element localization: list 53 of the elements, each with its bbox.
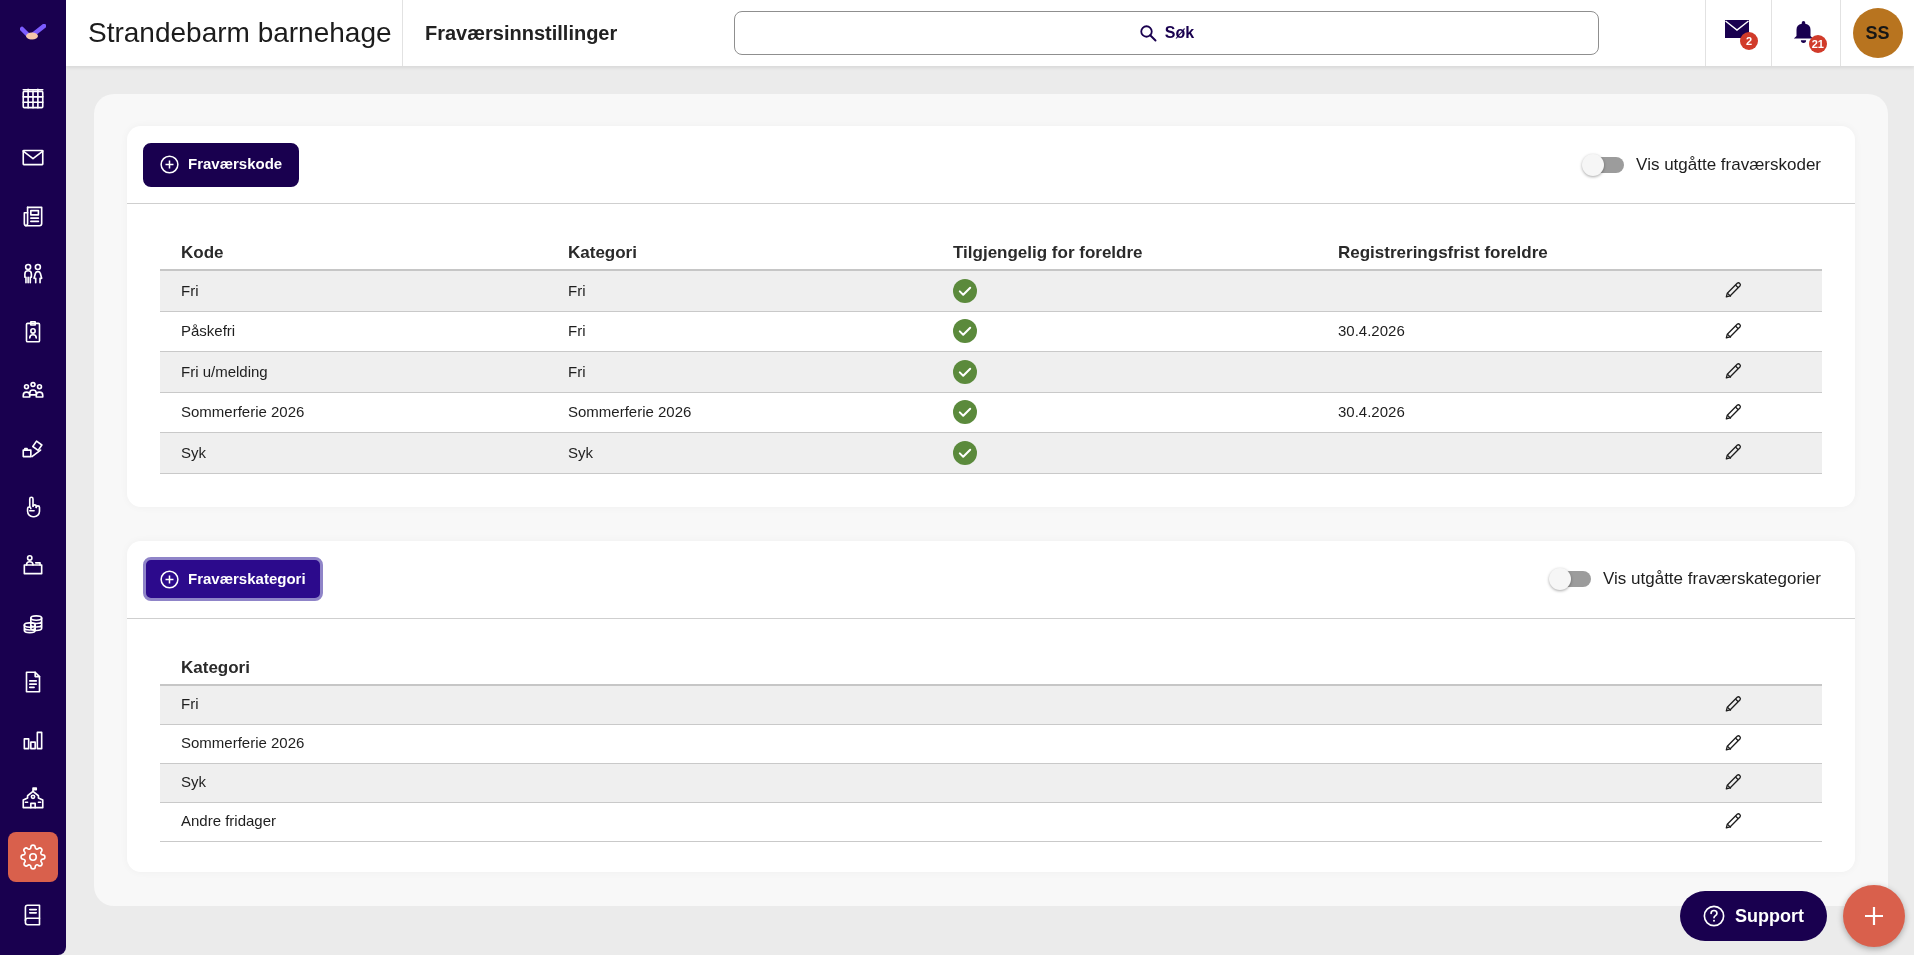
plus-circle-icon [160, 569, 179, 589]
avatar-button[interactable]: SS [1852, 8, 1903, 58]
help-icon [1703, 905, 1725, 927]
logo-icon[interactable] [20, 24, 46, 42]
table-cell-text: Fri [181, 694, 199, 715]
search-button[interactable]: Søk [734, 11, 1599, 55]
table-cell-text: Påskefri [181, 321, 236, 341]
table-cell-text: 30.4.2026 [1338, 321, 1405, 341]
table-cell-text: Syk [181, 772, 206, 793]
plus-icon [1864, 906, 1884, 926]
column-header: Tilgjengelig for foreldre [953, 242, 1143, 265]
envelope-icon [1725, 20, 1749, 38]
plus-circle-icon [160, 155, 179, 174]
table-cell-text: Fri [568, 321, 586, 341]
toggle-label: Vis utgåtte fraværskoder [1636, 153, 1821, 176]
table-cell-text: Fri [568, 280, 586, 301]
column-header: Registreringsfrist foreldre [1338, 242, 1548, 265]
notifications-button[interactable]: 21 [1793, 19, 1827, 53]
pencil-icon[interactable] [1723, 320, 1744, 342]
table-cell-text: Syk [568, 442, 593, 463]
notification-badge: 21 [1808, 34, 1827, 53]
column-header: Kategori [568, 242, 637, 265]
pencil-icon[interactable] [1723, 694, 1744, 715]
table-cell-text: Fri u/melding [181, 361, 268, 382]
table-cell-text: Fri [181, 280, 199, 301]
gear-icon [20, 843, 46, 870]
column-header: Kategori [181, 656, 250, 679]
column-header: Kode [181, 242, 224, 265]
search-icon [1138, 24, 1157, 42]
table-cell-text: Sommerferie 2026 [181, 733, 305, 754]
sidebar-item[interactable] [8, 831, 58, 882]
school-name: Strandebarm barnehage [88, 16, 392, 50]
add-button[interactable]: Fraværskategori [143, 557, 323, 601]
page-title: Fraværsinnstillinger [425, 21, 618, 46]
support-button[interactable]: Support [1680, 891, 1827, 941]
table-cell-text: Fri [568, 361, 586, 382]
table-cell-text: Sommerferie 2026 [181, 402, 305, 422]
unread-badge: 2 [1740, 32, 1758, 50]
toggle-label: Vis utgåtte fraværskategorier [1603, 568, 1821, 591]
add-button[interactable] [1843, 885, 1905, 947]
pencil-icon[interactable] [1723, 772, 1744, 793]
toggle-switch[interactable] [1582, 153, 1625, 176]
pencil-icon[interactable] [1723, 401, 1744, 423]
table-cell-text: 30.4.2026 [1338, 402, 1405, 422]
table-cell-text: Syk [181, 442, 206, 463]
messages-button[interactable]: 2 [1725, 20, 1758, 50]
add-button[interactable]: Fraværskode [143, 142, 300, 187]
toggle-switch[interactable] [1549, 568, 1592, 590]
table-cell-text: Andre fridager [181, 811, 277, 832]
pencil-icon[interactable] [1723, 811, 1744, 832]
bell-icon [1793, 19, 1814, 43]
pencil-icon[interactable] [1723, 733, 1744, 754]
table-cell-text: Sommerferie 2026 [568, 402, 692, 422]
